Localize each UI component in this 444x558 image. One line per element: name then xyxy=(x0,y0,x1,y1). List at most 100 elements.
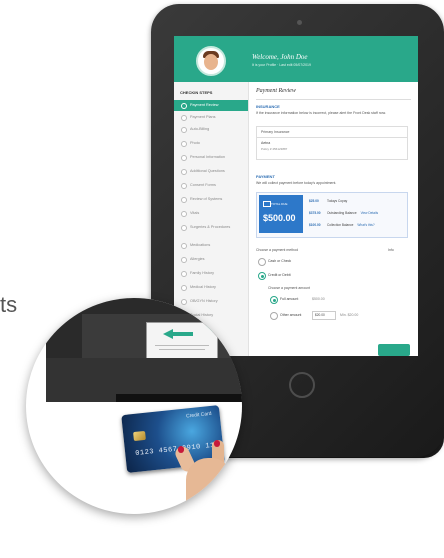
avatar xyxy=(196,46,226,76)
sidebar-item-personal-information[interactable]: Personal Information xyxy=(174,152,248,163)
other-amount-radio[interactable] xyxy=(270,312,278,320)
step-label: Auto-Billing xyxy=(190,127,210,131)
payment-method-info[interactable]: Info xyxy=(388,248,394,252)
payment-heading: PAYMENT xyxy=(256,174,275,179)
min-amount-text: Min. $20.00 xyxy=(340,313,359,317)
swipe-prompt-card xyxy=(146,322,218,360)
step-dot-icon xyxy=(181,257,187,263)
cash-radio[interactable] xyxy=(258,258,266,266)
camera-icon xyxy=(297,20,302,25)
payment-line-copay: $25.00 Todays Copay xyxy=(309,199,347,203)
card-reader-inset: Credit Card 0123 4567 8910 11 xyxy=(26,298,242,514)
app-header: Welcome, John Doe It is your Profile · L… xyxy=(174,36,418,82)
other-amount-label: Other amount xyxy=(280,313,302,317)
divider xyxy=(256,99,411,100)
home-button[interactable] xyxy=(289,372,315,398)
line-label: Todays Copay xyxy=(327,199,348,203)
credit-card-title: Credit Card xyxy=(185,410,212,420)
line-value: $100.00 xyxy=(309,223,321,227)
step-label: Vitals xyxy=(190,211,200,215)
payment-note: We will collect payment before today's a… xyxy=(256,181,337,185)
full-amount-value: $500.00 xyxy=(312,297,325,301)
step-dot-icon xyxy=(181,183,187,189)
insurance-note: If the insurance information below is in… xyxy=(256,111,386,115)
step-label: Family History xyxy=(190,271,215,275)
payment-method-question: Choose a payment method xyxy=(256,248,299,252)
swipe-arrow-bar xyxy=(171,332,193,336)
sidebar-item-vitals[interactable]: Vitals xyxy=(174,208,248,219)
hand-image xyxy=(173,438,238,514)
sidebar-item-auto-billing[interactable]: Auto-Billing xyxy=(174,124,248,135)
line-value: $25.00 xyxy=(309,199,319,203)
amount-question: Choose a payment amount xyxy=(268,286,311,290)
sidebar-item-medications[interactable]: Medications xyxy=(174,240,248,251)
sidebar-item-medical-history[interactable]: Medical History xyxy=(174,282,248,293)
profile-subline: It is your Profile · Last edit 05/07/201… xyxy=(252,63,311,67)
insurance-card-header: Primary Insurance xyxy=(257,127,407,138)
step-label: Surgeries & Procedures xyxy=(190,225,231,229)
total-due-caption: TOTAL DUE xyxy=(271,202,288,206)
nail xyxy=(178,446,184,453)
step-label: Payment Plans xyxy=(190,115,216,119)
payment-line-collection: $100.00 Collection Balance What's this? xyxy=(309,223,375,227)
chip-icon xyxy=(133,430,146,442)
step-dot-icon xyxy=(181,141,187,147)
payment-summary-box: TOTAL DUE $500.00 $25.00 Todays Copay $37… xyxy=(256,192,408,238)
step-label: Medical History xyxy=(190,285,216,289)
whats-this-link[interactable]: What's this? xyxy=(357,223,374,227)
line-label: Outstanding Balance xyxy=(327,211,357,215)
sidebar-item-family-history[interactable]: Family History xyxy=(174,268,248,279)
other-amount-input[interactable]: $20.00 xyxy=(312,311,336,320)
sidebar-item-surgeries[interactable]: Surgeries & Procedures xyxy=(174,222,248,233)
continue-button[interactable] xyxy=(378,344,410,356)
step-label: Additional Questions xyxy=(190,169,225,173)
palm xyxy=(186,458,230,514)
insurance-card: Primary Insurance Aetna Policy # 4561238… xyxy=(256,126,408,160)
step-label: Medications xyxy=(190,243,211,247)
page-title: Payment Review xyxy=(256,88,296,94)
sidebar-item-payment-plans[interactable]: Payment Plans xyxy=(174,112,248,123)
step-dot-icon xyxy=(181,115,187,121)
prompt-line xyxy=(155,345,209,346)
sidebar-item-additional-questions[interactable]: Additional Questions xyxy=(174,166,248,177)
sidebar-item-allergies[interactable]: Allergies xyxy=(174,254,248,265)
full-amount-label: Full amount xyxy=(280,297,299,301)
prompt-line xyxy=(159,349,205,350)
sidebar-item-consent-forms[interactable]: Consent Forms xyxy=(174,180,248,191)
full-amount-radio[interactable] xyxy=(270,296,278,304)
payment-review-panel: Payment Review INSURANCE If the insuranc… xyxy=(254,82,414,356)
total-due-amount: $500.00 xyxy=(263,213,296,223)
wallet-icon xyxy=(263,201,271,207)
step-dot-icon xyxy=(181,155,187,161)
credit-label: Credit or Debit xyxy=(268,273,291,277)
step-dot-icon xyxy=(181,243,187,249)
line-label: Collection Balance xyxy=(327,223,354,227)
step-dot-icon xyxy=(181,285,187,291)
partial-heading-text: ts xyxy=(0,292,18,317)
line-value: $375.00 xyxy=(309,211,321,215)
step-dot-icon xyxy=(181,271,187,277)
step-dot-icon xyxy=(181,127,187,133)
step-label: Photo xyxy=(190,141,200,145)
card-slot xyxy=(116,394,242,402)
step-dot-icon xyxy=(181,197,187,203)
step-label: Allergies xyxy=(190,257,205,261)
step-dot-icon xyxy=(181,225,187,231)
card-reader xyxy=(46,298,242,402)
payment-line-outstanding: $375.00 Outstanding Balance View Details xyxy=(309,211,378,215)
view-details-link[interactable]: View Details xyxy=(361,211,378,215)
insurance-name: Aetna xyxy=(261,141,271,145)
avatar-face xyxy=(204,54,218,70)
sidebar-item-payment-review[interactable]: Payment Review xyxy=(174,100,248,111)
step-label: Personal Information xyxy=(190,155,226,159)
insurance-heading: INSURANCE xyxy=(256,104,280,109)
welcome-text: Welcome, John Doe xyxy=(252,53,308,61)
step-dot-icon xyxy=(181,169,187,175)
sidebar-item-review-of-systems[interactable]: Review of Systems xyxy=(174,194,248,205)
nail xyxy=(214,440,220,447)
sidebar-heading: CHECKIN STEPS xyxy=(180,90,213,95)
step-label: Review of Systems xyxy=(190,197,223,201)
product-photo: ts Welcome, John Doe It is your Profile … xyxy=(0,0,444,558)
sidebar-item-photo[interactable]: Photo xyxy=(174,138,248,149)
credit-radio[interactable] xyxy=(258,272,266,280)
